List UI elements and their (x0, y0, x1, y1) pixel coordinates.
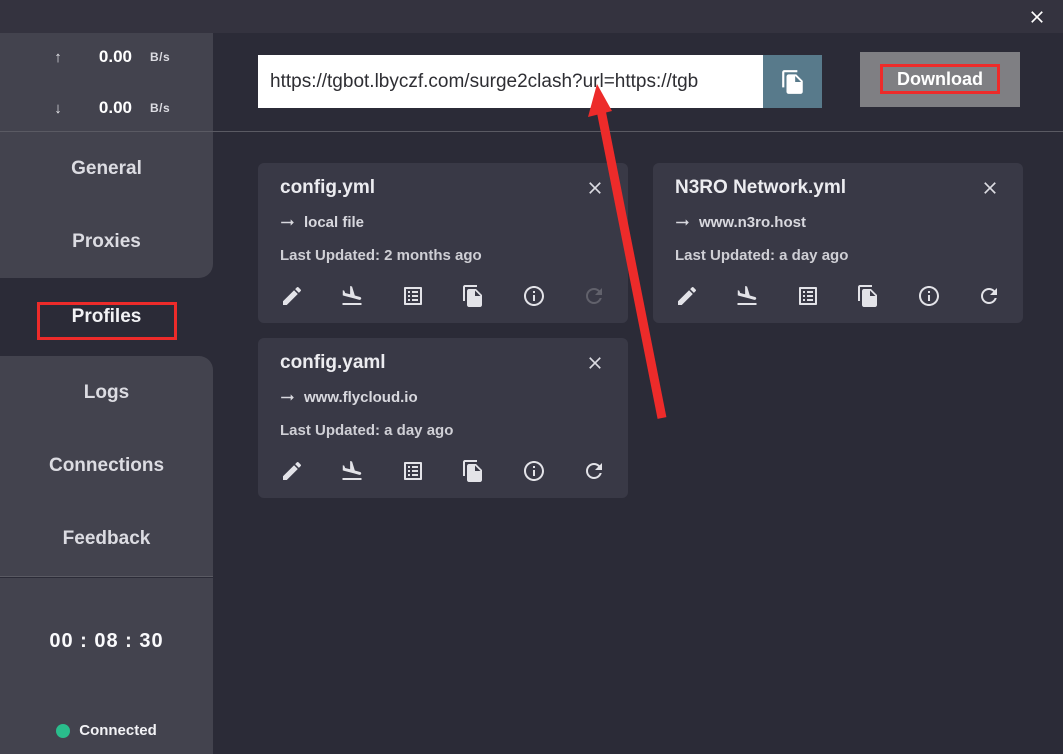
profile-source: www.n3ro.host (699, 214, 806, 231)
arrow-right-icon (673, 213, 692, 232)
sidebar-top-panel: ↑ 0.00 B/s ↓ 0.00 B/s General Proxies (0, 33, 213, 278)
sidebar-item-general[interactable]: General (0, 132, 213, 205)
close-icon[interactable] (979, 177, 1001, 199)
refresh-icon[interactable] (582, 284, 606, 308)
duplicate-copy-icon[interactable] (461, 284, 485, 308)
sidebar-item-logs[interactable]: Logs (0, 356, 213, 429)
duplicate-copy-icon[interactable] (461, 459, 485, 483)
arrow-right-icon (278, 388, 297, 407)
info-circle-icon[interactable] (522, 459, 546, 483)
status-label: Connected (79, 722, 157, 739)
window-titlebar (0, 0, 1063, 33)
flight-land-icon[interactable] (735, 284, 759, 308)
sidebar-item-label: Profiles (72, 306, 142, 328)
sidebar-item-proxies[interactable]: Proxies (0, 205, 213, 278)
close-icon[interactable] (584, 352, 606, 374)
connection-status: Connected (0, 722, 213, 739)
profile-last-updated: Last Updated: a day ago (280, 422, 453, 439)
profile-source: www.flycloud.io (304, 389, 418, 406)
pencil-edit-icon[interactable] (280, 284, 304, 308)
toolbar-divider (213, 131, 1063, 132)
refresh-icon[interactable] (977, 284, 1001, 308)
sidebar: ↑ 0.00 B/s ↓ 0.00 B/s General Proxies Pr… (0, 33, 213, 754)
pencil-edit-icon[interactable] (675, 284, 699, 308)
uptime-timer: 00 : 08 : 30 (0, 630, 213, 653)
window-close-icon[interactable] (1023, 3, 1051, 31)
close-icon[interactable] (584, 177, 606, 199)
profile-card: config.yaml www.flycloud.io Last Updated… (258, 338, 628, 498)
upload-arrow-icon: ↑ (50, 49, 66, 66)
flight-land-icon[interactable] (340, 459, 364, 483)
sidebar-item-connections[interactable]: Connections (0, 429, 213, 502)
status-dot-icon (56, 724, 70, 738)
traffic-stats: ↑ 0.00 B/s ↓ 0.00 B/s (0, 33, 213, 132)
list-details-icon[interactable] (796, 284, 820, 308)
sidebar-bottom-panel: 00 : 08 : 30 Connected (0, 578, 213, 754)
upload-speed-value: 0.00 (74, 47, 132, 67)
profile-name: config.yml (280, 177, 375, 199)
download-speed: ↓ 0.00 B/s (0, 96, 213, 120)
upload-speed-unit: B/s (150, 50, 170, 64)
download-arrow-icon: ↓ (50, 100, 66, 117)
download-speed-value: 0.00 (74, 98, 132, 118)
profile-last-updated: Last Updated: a day ago (675, 247, 848, 264)
sidebar-item-feedback[interactable]: Feedback (0, 502, 213, 575)
info-circle-icon[interactable] (917, 284, 941, 308)
profile-name: config.yaml (280, 352, 386, 374)
profile-card: config.yml local file Last Updated: 2 mo… (258, 163, 628, 323)
file-copy-icon (780, 69, 806, 95)
pencil-edit-icon[interactable] (280, 459, 304, 483)
profile-card: N3RO Network.yml www.n3ro.host Last Upda… (653, 163, 1023, 323)
download-button[interactable]: Download (860, 52, 1020, 107)
list-details-icon[interactable] (401, 284, 425, 308)
duplicate-copy-icon[interactable] (856, 284, 880, 308)
download-speed-unit: B/s (150, 101, 170, 115)
copy-url-button[interactable] (763, 55, 822, 108)
flight-land-icon[interactable] (340, 284, 364, 308)
info-circle-icon[interactable] (522, 284, 546, 308)
upload-speed: ↑ 0.00 B/s (0, 45, 213, 69)
profile-name: N3RO Network.yml (675, 177, 846, 199)
profile-last-updated: Last Updated: 2 months ago (280, 247, 482, 264)
profile-source: local file (304, 214, 364, 231)
refresh-icon[interactable] (582, 459, 606, 483)
list-details-icon[interactable] (401, 459, 425, 483)
arrow-right-icon (278, 213, 297, 232)
profile-url-input[interactable] (258, 55, 763, 108)
sidebar-item-profiles[interactable]: Profiles (0, 278, 213, 356)
sidebar-mid-panel: Logs Connections Feedback (0, 356, 213, 577)
